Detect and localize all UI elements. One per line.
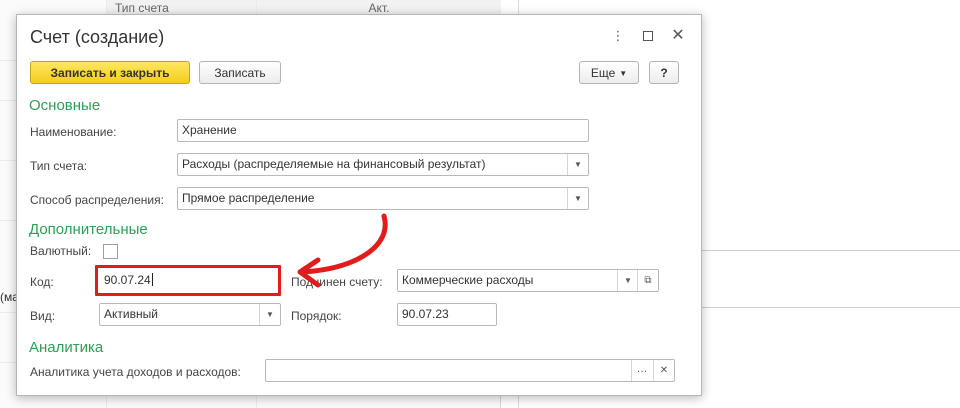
clear-icon[interactable]: ✕ — [653, 360, 674, 381]
chevron-down-icon: ▼ — [619, 69, 628, 78]
section-analytics-title: Аналитика — [29, 339, 104, 356]
close-icon[interactable]: ✕ — [671, 28, 685, 44]
currency-label: Валютный: — [30, 244, 92, 258]
currency-checkbox[interactable] — [103, 244, 118, 259]
save-button[interactable]: Записать — [199, 61, 281, 84]
help-button[interactable]: ? — [649, 61, 679, 84]
account-type-value: Расходы (распределяемые на финансовый ре… — [182, 157, 486, 171]
background-right-panel — [700, 250, 960, 308]
save-and-close-button[interactable]: Записать и закрыть — [30, 61, 190, 84]
order-input[interactable]: 90.07.23 — [397, 303, 497, 326]
distribution-select[interactable]: Прямое распределение ▼ — [177, 187, 589, 210]
more-button-label: Еще — [590, 66, 616, 80]
maximize-icon[interactable] — [641, 29, 655, 43]
code-value: 90.07.24 — [104, 273, 151, 287]
section-additional-title: Дополнительные — [29, 221, 148, 238]
code-input[interactable]: 90.07.24 — [95, 265, 281, 296]
dialog-title: Счет (создание) — [30, 27, 165, 47]
order-label: Порядок: — [291, 309, 342, 323]
text-cursor — [151, 273, 153, 286]
parent-account-select[interactable]: Коммерческие расходы ▼ ⧉ — [397, 269, 659, 292]
section-main-title: Основные — [29, 97, 101, 114]
distribution-value: Прямое распределение — [182, 191, 315, 205]
ellipsis-icon[interactable]: … — [631, 360, 652, 381]
account-type-select[interactable]: Расходы (распределяемые на финансовый ре… — [177, 153, 589, 176]
analytics-label: Аналитика учета доходов и расходов: — [30, 365, 241, 379]
analytics-input[interactable]: … ✕ — [265, 359, 675, 382]
kind-select[interactable]: Активный ▼ — [99, 303, 281, 326]
chevron-down-icon[interactable]: ▼ — [259, 304, 280, 325]
account-create-dialog: Счет (создание) ⋮ ✕ Записать и закрыть З… — [16, 14, 702, 396]
name-input[interactable]: Хранение — [177, 119, 589, 142]
chevron-down-icon[interactable]: ▼ — [567, 188, 588, 209]
parent-account-value: Коммерческие расходы — [402, 273, 534, 287]
kind-value: Активный — [104, 307, 158, 321]
more-button[interactable]: Еще ▼ — [579, 61, 639, 84]
name-label: Наименование: — [30, 125, 117, 139]
kind-label: Вид: — [30, 309, 56, 323]
more-vertical-icon[interactable]: ⋮ — [611, 29, 625, 43]
chevron-down-icon[interactable]: ▼ — [567, 154, 588, 175]
parent-account-label: Подчинен счету: — [291, 275, 383, 289]
code-label: Код: — [30, 275, 54, 289]
open-icon[interactable]: ⧉ — [637, 270, 658, 291]
chevron-down-icon[interactable]: ▼ — [617, 270, 638, 291]
account-type-label: Тип счета: — [30, 159, 88, 173]
distribution-label: Способ распределения: — [30, 193, 164, 207]
